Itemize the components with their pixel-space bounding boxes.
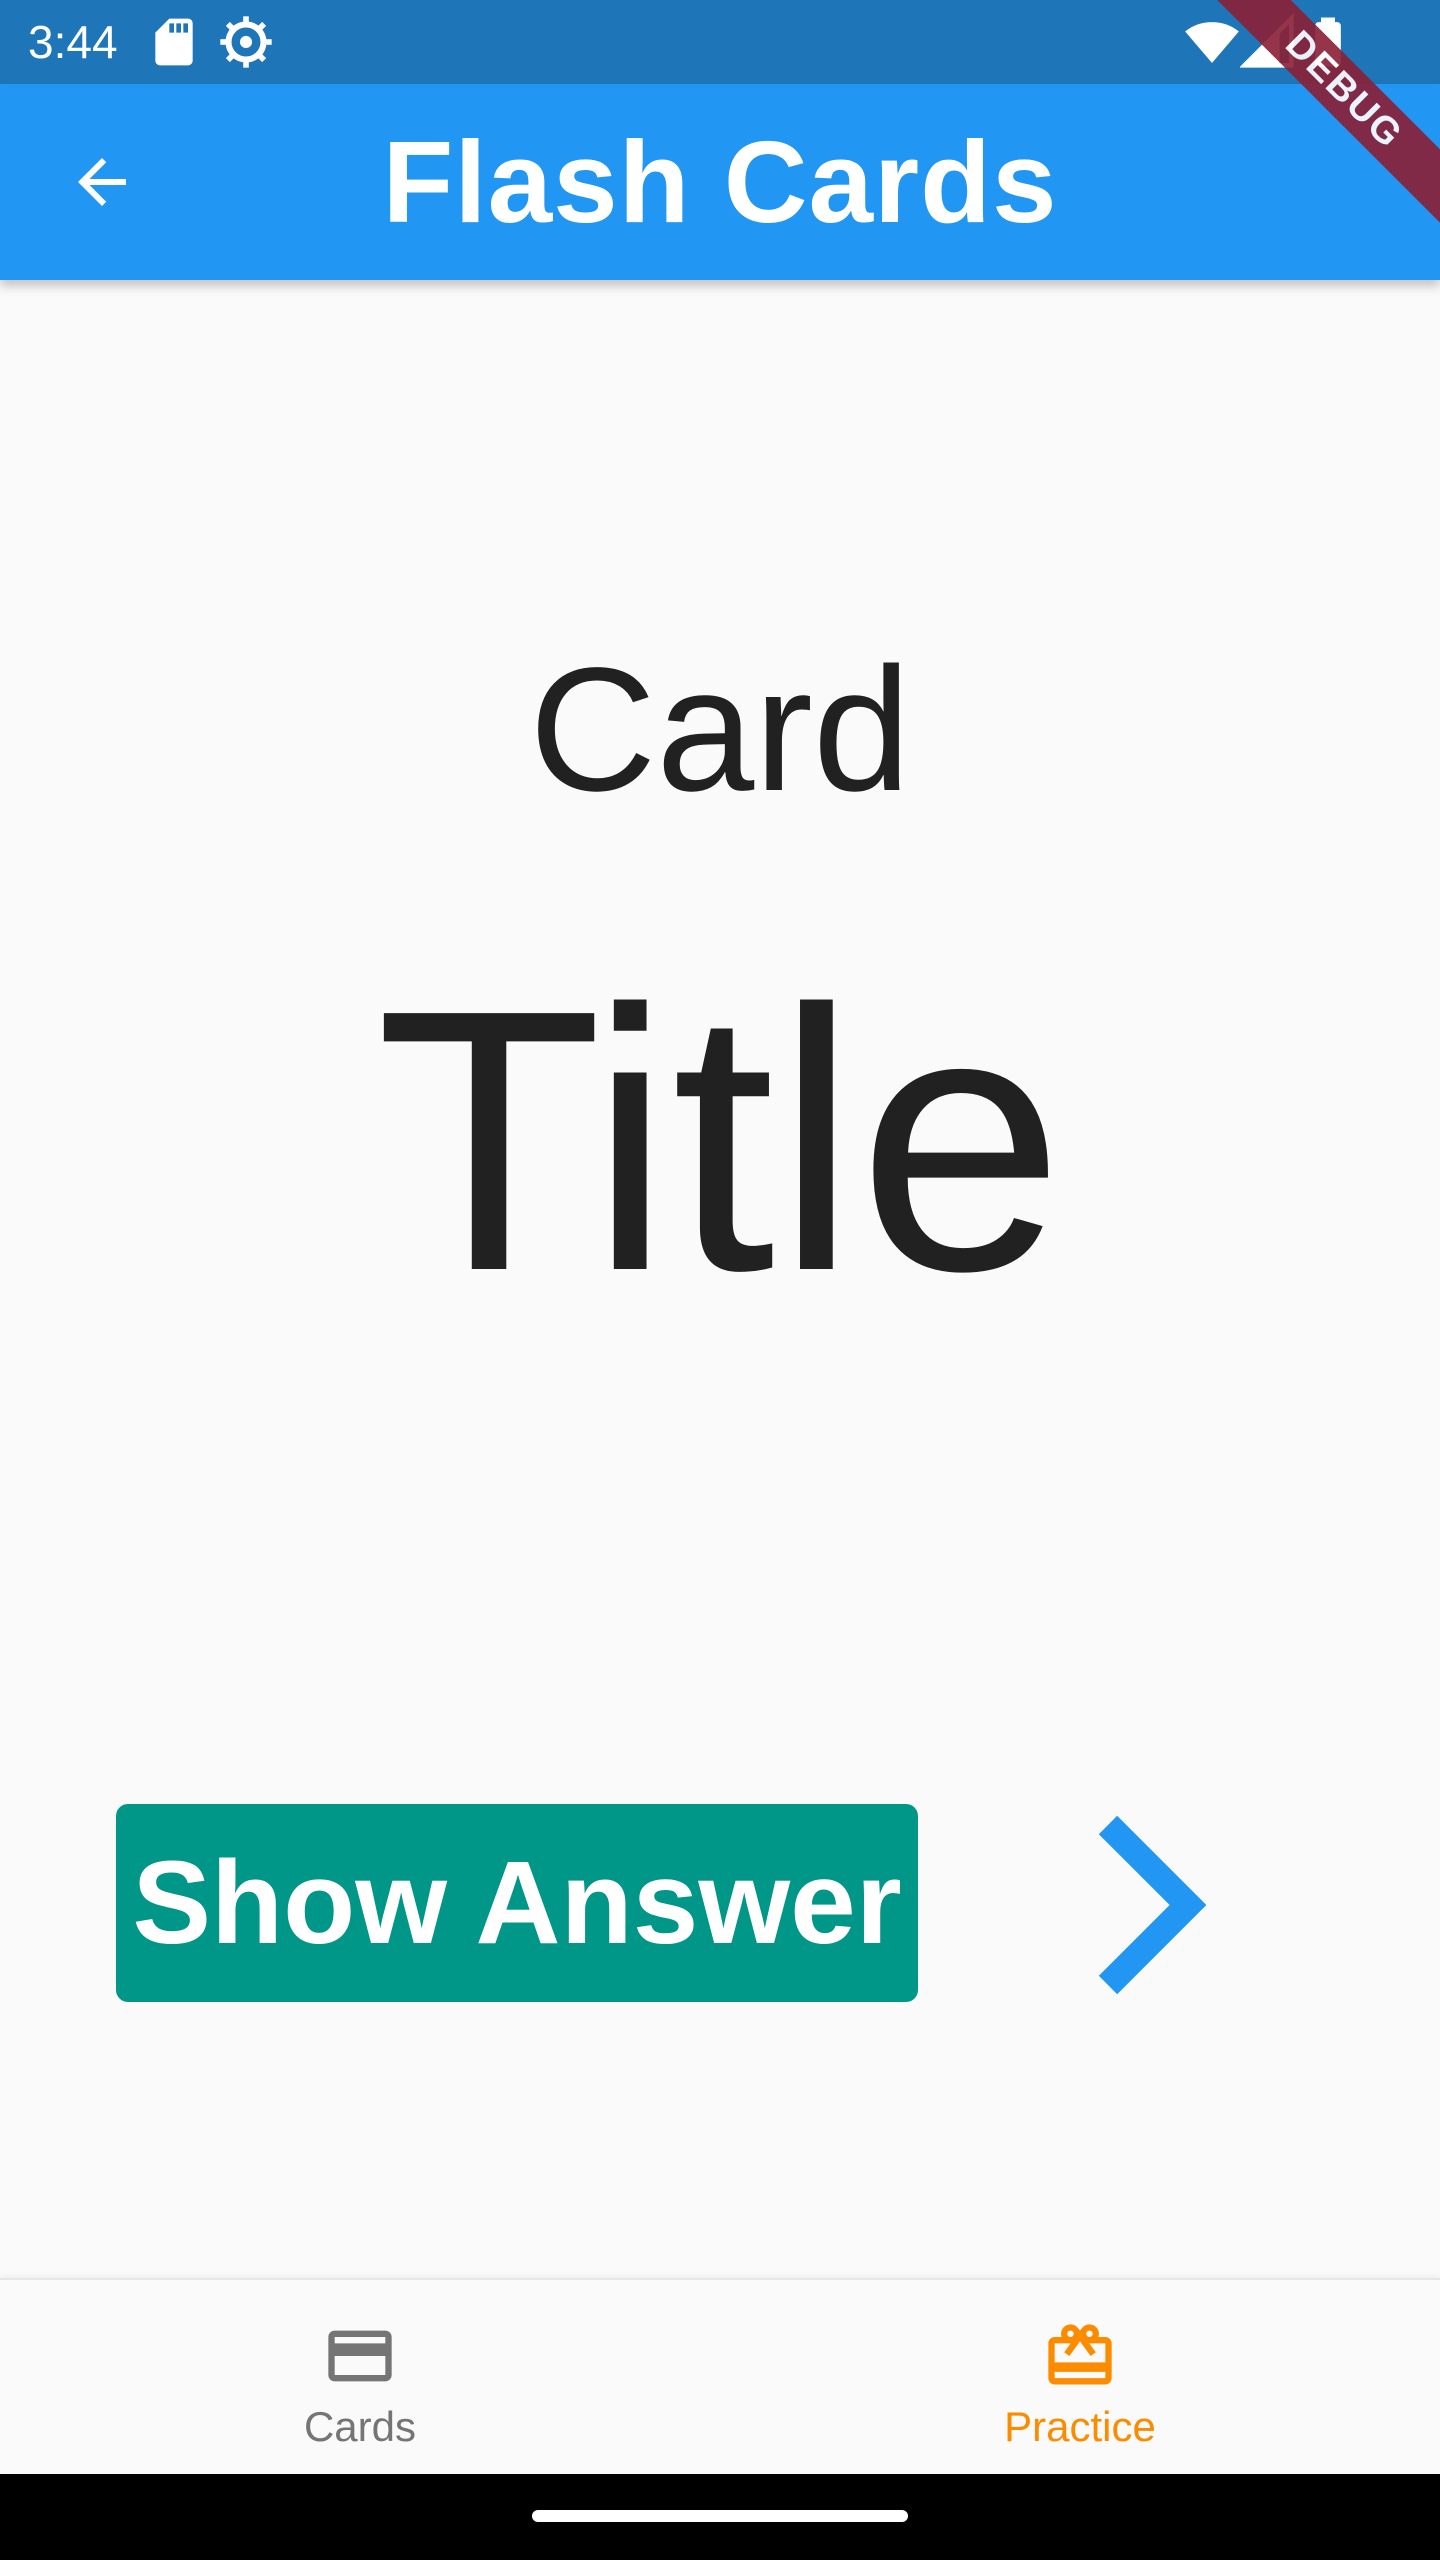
app-title: Flash Cards [382,117,1058,247]
nav-label-cards: Cards [303,2403,417,2450]
wifi-icon [1184,14,1240,70]
settings-icon [218,14,274,70]
show-answer-button[interactable]: Show Answer [116,1804,918,2002]
system-navigation-bar [0,2474,1440,2560]
card-label: Card [529,632,911,828]
app-screen: 3:44 Flash Cards DEBUG Card Title Show A… [0,0,1440,2560]
credit-card-icon [322,2318,398,2399]
nav-item-cards[interactable]: Cards [0,2280,720,2476]
chevron-right-icon [1098,1815,1206,1995]
status-bar: 3:44 [0,0,1440,84]
home-gesture-handle[interactable] [532,2510,908,2522]
bottom-navigation: Cards Practice [0,2278,1440,2476]
cell-signal-icon [1239,13,1296,70]
status-time: 3:44 [28,16,118,68]
nav-label-practice: Practice [1004,2403,1156,2450]
next-card-button[interactable] [1046,1800,1246,2010]
card-giftcard-icon [1042,2318,1118,2399]
card-title: Title [375,932,1065,1348]
nav-item-practice[interactable]: Practice [720,2280,1440,2476]
app-bar: Flash Cards [0,84,1440,280]
sd-card-icon [146,14,202,70]
battery-icon [1300,14,1356,70]
